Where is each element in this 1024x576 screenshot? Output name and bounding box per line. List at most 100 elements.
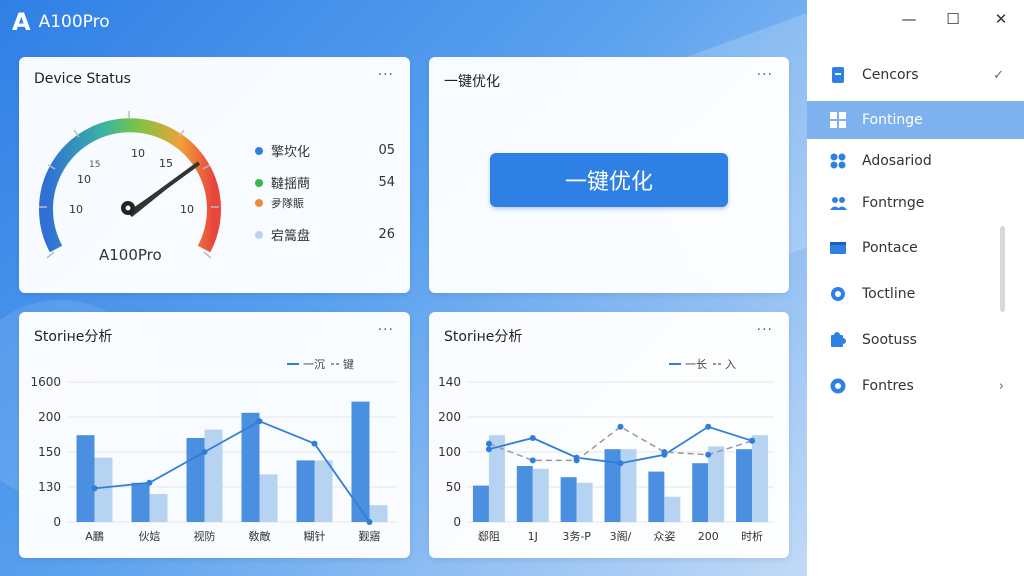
gauge-tick-label: 10 — [69, 203, 83, 216]
chevron-right-icon: › — [998, 378, 1004, 394]
line-point — [529, 435, 536, 441]
side-item-pontace[interactable]: Pontace — [807, 229, 1024, 267]
bar — [94, 457, 113, 522]
gauge-tick-label: 10 — [77, 173, 91, 186]
x-tick-label: 糊针 — [304, 529, 326, 543]
side-item-label: Fontres — [862, 378, 914, 394]
legend-label: 夛隊賑 — [271, 197, 304, 210]
x-tick-label: 伙娮 — [139, 529, 161, 543]
gauge-tick-label: 15 — [159, 157, 173, 170]
x-tick-label: 郄阻 — [478, 530, 500, 543]
legend-dot — [255, 199, 263, 207]
legend-label: 一沉 — [303, 358, 325, 371]
scrollbar[interactable] — [1000, 226, 1005, 312]
bar — [516, 466, 533, 522]
line-point — [485, 440, 492, 447]
puzzle-icon — [829, 331, 847, 349]
bar — [296, 460, 315, 522]
x-tick-label: 200 — [698, 530, 719, 543]
optimize-button[interactable]: 一键优化 — [490, 153, 728, 207]
y-tick-label: 130 — [38, 480, 61, 494]
gauge-tick-marks — [39, 111, 219, 259]
bar — [708, 446, 725, 522]
bar — [692, 463, 709, 522]
legend-item: 宕篙盘 26 — [255, 225, 395, 244]
y-tick-label: 140 — [438, 375, 461, 389]
x-tick-label: 3务-P — [562, 530, 591, 543]
gear-icon — [829, 285, 847, 303]
legend-label: 键 — [343, 357, 354, 371]
line-point — [201, 449, 208, 455]
side-item-label: Pontace — [862, 240, 918, 256]
optimize-card: 一键优化 ··· 一键优化 — [429, 57, 789, 293]
users-icon — [829, 194, 847, 212]
maximize-icon[interactable]: ☐ — [941, 8, 965, 30]
app-header: A A100Pro — [12, 8, 110, 36]
bar — [736, 449, 753, 522]
line-point — [485, 446, 492, 453]
legend-value: 26 — [378, 227, 395, 242]
line-point — [91, 485, 98, 492]
bar — [664, 496, 681, 522]
apps-icon — [829, 152, 847, 170]
side-item-label: Sootuss — [862, 332, 917, 348]
window-icon — [829, 239, 847, 257]
line-point — [749, 437, 756, 444]
legend-label: 擎坎化 — [271, 145, 311, 160]
grid-icon — [829, 111, 847, 129]
x-tick-label: A鵬 — [85, 529, 104, 543]
bar — [576, 482, 593, 522]
side-item-sootuss[interactable]: Sootuss — [807, 321, 1024, 359]
bar — [76, 435, 95, 522]
side-item-label: Fontinge — [862, 112, 923, 128]
bar — [186, 438, 205, 522]
gauge-tick-label: 15 — [89, 160, 100, 170]
side-item-label: Toctline — [862, 286, 916, 302]
side-item-adosariod[interactable]: Adosariod — [807, 142, 1024, 180]
x-tick-label: 3阁/ — [610, 529, 632, 543]
settings-icon — [829, 377, 847, 395]
bar — [752, 435, 769, 522]
y-tick-label: 150 — [38, 445, 61, 459]
gauge-tick-label: 10 — [131, 147, 145, 160]
app-logo-icon: A — [12, 8, 31, 36]
bar — [604, 449, 621, 522]
legend-value: 54 — [378, 175, 395, 190]
side-item-label: Fontrnge — [862, 195, 925, 211]
legend-item: 韃揺蔄 54 — [255, 173, 395, 192]
bar — [149, 494, 168, 522]
line-point — [617, 460, 624, 467]
x-tick-label: 时析 — [741, 529, 763, 543]
legend-label: 一长 — [685, 358, 707, 371]
side-item-label: Adosariod — [862, 153, 932, 169]
legend-label: 韃揺蔄 — [271, 177, 311, 192]
side-item-cencors[interactable]: Cencors ✓ — [807, 56, 1024, 94]
line-point — [311, 440, 318, 447]
line-point — [146, 479, 153, 486]
minimize-icon[interactable]: — — [897, 8, 921, 30]
side-item-fontrnge[interactable]: Fontrnge — [807, 184, 1024, 222]
bar — [351, 401, 370, 522]
device-status-card: Device Status ··· 10 15 10 15 10 10 A100… — [19, 57, 410, 293]
y-tick-label: 100 — [438, 445, 461, 459]
x-tick-label: 1J — [528, 530, 538, 543]
line-point — [617, 423, 624, 430]
bar — [131, 482, 150, 522]
x-tick-label: 众姿 — [653, 530, 675, 543]
x-tick-label: 觐寤 — [359, 529, 381, 543]
side-item-fontres[interactable]: Fontres › — [807, 367, 1024, 405]
close-icon[interactable]: ✕ — [989, 8, 1013, 30]
more-options-button[interactable]: ··· — [757, 67, 773, 83]
line-point — [661, 449, 668, 455]
bar — [472, 485, 489, 522]
legend-label: 入 — [725, 358, 736, 371]
side-item-label: Cencors — [862, 67, 919, 83]
y-tick-label: 50 — [446, 480, 461, 494]
y-tick-label: 1600 — [30, 375, 61, 389]
doc-icon — [829, 66, 847, 84]
legend-label: 宕篙盘 — [271, 229, 311, 244]
side-item-toctline[interactable]: Toctline — [807, 275, 1024, 313]
side-item-fontinge[interactable]: Fontinge — [807, 101, 1024, 139]
legend-value: 05 — [378, 143, 395, 158]
y-tick-label: 200 — [38, 410, 61, 424]
